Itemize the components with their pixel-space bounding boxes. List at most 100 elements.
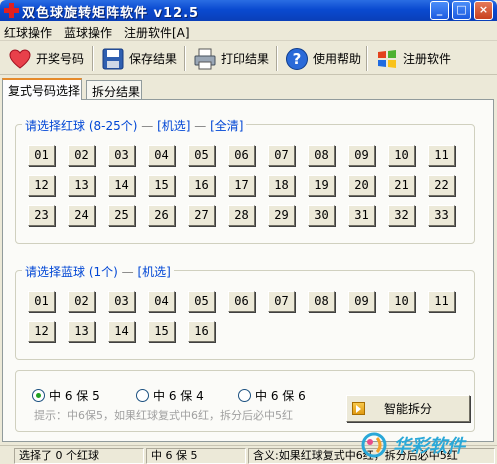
red-ball-32[interactable]: 32 [388,205,415,226]
red-ball-28[interactable]: 28 [228,205,255,226]
red-ball-23[interactable]: 23 [28,205,55,226]
windows-flag-icon [378,49,396,68]
radio-6-4[interactable] [136,389,149,402]
red-ball-13[interactable]: 13 [68,175,95,196]
options-group: 中 6 保 5 中 6 保 4 中 6 保 6 提示：中6保5，如果红球复式中6… [15,370,475,432]
toolbar: 开奖号码 保存结果 打印结果 ? 使用帮助 注册软件 [0,42,497,75]
app-icon [4,3,19,18]
heart-icon [9,48,31,69]
blue-ball-05[interactable]: 05 [188,291,215,312]
red-ball-24[interactable]: 24 [68,205,95,226]
register-button[interactable]: 注册软件 [371,44,455,73]
red-ball-14[interactable]: 14 [108,175,135,196]
radio-6-6[interactable] [238,389,251,402]
red-ball-29[interactable]: 29 [268,205,295,226]
red-ball-19[interactable]: 19 [308,175,335,196]
red-ball-27[interactable]: 27 [188,205,215,226]
tab-panel: 请选择红球 (8-25个) — [机选] — [全清] 01 02 03 04 05 06… [2,99,494,442]
toolbar-separator [92,46,94,71]
menu-register[interactable]: 注册软件[A] [124,24,190,41]
svg-text:?: ? [293,50,302,68]
red-ball-22[interactable]: 22 [428,175,455,196]
red-ball-16[interactable]: 16 [188,175,215,196]
help-button[interactable]: ? 使用帮助 [281,44,365,73]
radio-6-5[interactable] [32,389,45,402]
red-ball-09[interactable]: 09 [348,145,375,166]
status-mode: 中 6 保 5 [146,448,246,464]
maximize-button[interactable]: □ [452,1,471,20]
blue-ball-12[interactable]: 12 [28,321,55,342]
option-6-6-label: 中 6 保 6 [255,389,306,403]
red-ball-group-label: 请选择红球 (8-25个) [25,119,138,133]
option-6-6[interactable]: 中 6 保 6 [238,387,306,404]
red-ball-31[interactable]: 31 [348,205,375,226]
save-results-label: 保存结果 [129,52,178,66]
help-icon: ? [286,47,308,70]
red-clear-link[interactable]: [全清] [210,119,243,133]
red-ball-06[interactable]: 06 [228,145,255,166]
smart-split-button[interactable]: 智能拆分 [346,395,470,422]
blue-ball-02[interactable]: 02 [68,291,95,312]
red-ball-11[interactable]: 11 [428,145,455,166]
red-ball-05[interactable]: 05 [188,145,215,166]
blue-ball-01[interactable]: 01 [28,291,55,312]
red-ball-12[interactable]: 12 [28,175,55,196]
red-ball-20[interactable]: 20 [348,175,375,196]
red-ball-08[interactable]: 08 [308,145,335,166]
open-numbers-button[interactable]: 开奖号码 [4,44,88,73]
blue-ball-16[interactable]: 16 [188,321,215,342]
red-ball-group: 请选择红球 (8-25个) — [机选] — [全清] 01 02 03 04 05 06… [15,117,475,244]
red-ball-26[interactable]: 26 [148,205,175,226]
blue-ball-08[interactable]: 08 [308,291,335,312]
blue-ball-14[interactable]: 14 [108,321,135,342]
red-ball-17[interactable]: 17 [228,175,255,196]
floppy-disk-icon [102,48,124,69]
minimize-button[interactable]: _ [430,1,449,20]
red-ball-15[interactable]: 15 [148,175,175,196]
blue-ball-11[interactable]: 11 [428,291,455,312]
menu-blue-ball[interactable]: 蓝球操作 [64,24,112,41]
option-6-5-label: 中 6 保 5 [49,389,100,403]
register-label: 注册软件 [403,52,452,66]
red-ball-04[interactable]: 04 [148,145,175,166]
red-random-link[interactable]: [机选] [157,119,190,133]
red-ball-33[interactable]: 33 [428,205,455,226]
blue-ball-10[interactable]: 10 [388,291,415,312]
red-ball-21[interactable]: 21 [388,175,415,196]
blue-ball-group-header: 请选择蓝球 (1个) — [机选] [22,263,174,280]
red-ball-18[interactable]: 18 [268,175,295,196]
tab-split-results[interactable]: 拆分结果 [86,80,142,100]
option-6-4[interactable]: 中 6 保 4 [136,387,204,404]
blue-ball-13[interactable]: 13 [68,321,95,342]
blue-ball-group: 请选择蓝球 (1个) — [机选] 01 02 03 04 05 06 07 08 09 10 11… [15,263,475,360]
window-title: 双色球旋转矩阵软件 v12.5 [22,6,200,21]
blue-ball-03[interactable]: 03 [108,291,135,312]
blue-ball-04[interactable]: 04 [148,291,175,312]
red-ball-25[interactable]: 25 [108,205,135,226]
toolbar-separator [184,46,186,71]
red-ball-07[interactable]: 07 [268,145,295,166]
blue-ball-15[interactable]: 15 [148,321,175,342]
title-bar[interactable]: 双色球旋转矩阵软件 v12.5 _ □ × [0,0,497,21]
blue-ball-09[interactable]: 09 [348,291,375,312]
option-6-5[interactable]: 中 6 保 5 [32,387,100,404]
red-ball-10[interactable]: 10 [388,145,415,166]
save-results-button[interactable]: 保存结果 [97,44,181,73]
red-ball-03[interactable]: 03 [108,145,135,166]
help-label: 使用帮助 [313,52,362,66]
blue-ball-06[interactable]: 06 [228,291,255,312]
smart-split-label: 智能拆分 [383,402,432,416]
toolbar-separator [366,46,368,71]
print-results-label: 打印结果 [221,52,270,66]
tab-compound-selection[interactable]: 复式号码选择 [2,78,82,100]
red-ball-02[interactable]: 02 [68,145,95,166]
red-ball-01[interactable]: 01 [28,145,55,166]
print-results-button[interactable]: 打印结果 [189,44,273,73]
red-ball-30[interactable]: 30 [308,205,335,226]
close-button[interactable]: × [474,1,493,20]
blue-ball-07[interactable]: 07 [268,291,295,312]
hint-text: 提示：中6保5，如果红球复式中6红，拆分后必中5红 [34,409,293,422]
menu-red-ball[interactable]: 红球操作 [4,24,52,41]
watermark-logo: 华彩软件 [361,432,467,458]
blue-random-link[interactable]: [机选] [137,265,170,279]
